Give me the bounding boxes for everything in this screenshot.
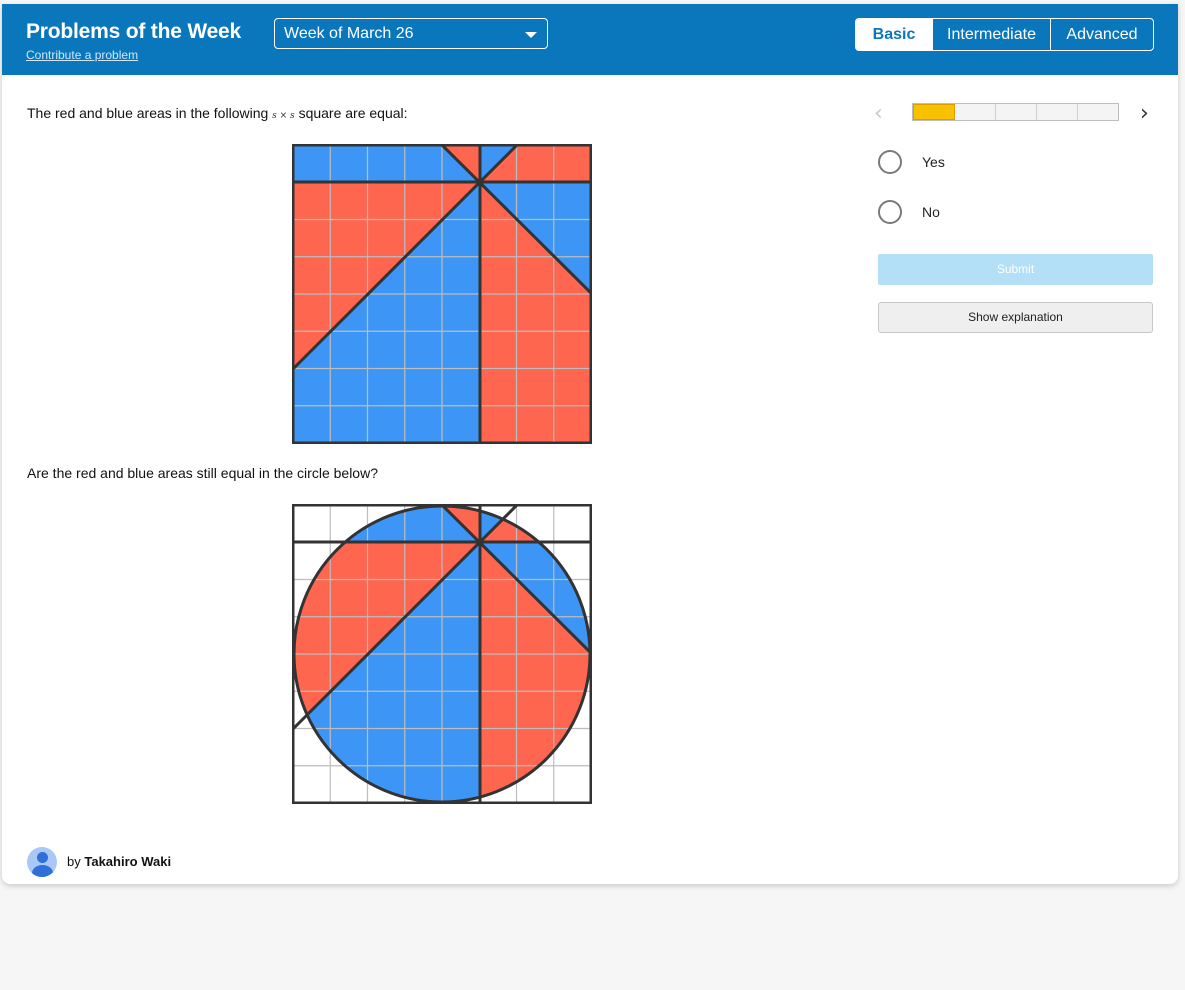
week-select[interactable]: Week of March 26 bbox=[274, 18, 548, 49]
prompt-text-after: square are equal: bbox=[298, 105, 408, 121]
chevron-left-icon[interactable]: ‹ bbox=[874, 103, 883, 125]
week-select-value: Week of March 26 bbox=[284, 25, 414, 42]
radio-yes[interactable] bbox=[878, 150, 902, 174]
problem-card: Problems of the Week Contribute a proble… bbox=[2, 4, 1178, 884]
answer-no-label: No bbox=[922, 204, 940, 220]
progress-segment bbox=[996, 104, 1037, 120]
author-name[interactable]: Takahiro Waki bbox=[84, 854, 171, 869]
page-header: Problems of the Week Contribute a proble… bbox=[2, 4, 1178, 75]
page-title: Problems of the Week bbox=[26, 20, 242, 43]
tab-basic[interactable]: Basic bbox=[856, 19, 932, 50]
progress-segment bbox=[913, 104, 955, 120]
caret-down-icon bbox=[525, 32, 537, 38]
author-byline: by Takahiro Waki bbox=[67, 854, 171, 869]
progress-segment bbox=[955, 104, 996, 120]
prompt-math: s × s bbox=[272, 111, 295, 121]
prompt-text-before: The red and blue areas in the following bbox=[27, 105, 269, 121]
question-text: Are the red and blue areas still equal i… bbox=[27, 465, 378, 481]
tab-advanced[interactable]: Advanced bbox=[1050, 19, 1153, 50]
level-tabs: Basic Intermediate Advanced bbox=[855, 18, 1154, 51]
progress-segment bbox=[1037, 104, 1078, 120]
chevron-right-icon[interactable]: › bbox=[1140, 103, 1149, 125]
square-figure bbox=[292, 144, 592, 444]
progress-bar bbox=[912, 103, 1119, 121]
circle-figure bbox=[292, 504, 592, 804]
radio-no[interactable] bbox=[878, 200, 902, 224]
answer-yes-label: Yes bbox=[922, 154, 945, 170]
contribute-link[interactable]: Contribute a problem bbox=[26, 48, 138, 62]
user-avatar-icon bbox=[27, 847, 57, 877]
progress-segment bbox=[1078, 104, 1118, 120]
show-explanation-button[interactable]: Show explanation bbox=[878, 302, 1153, 333]
tab-intermediate[interactable]: Intermediate bbox=[932, 19, 1050, 50]
author-prefix: by bbox=[67, 854, 81, 869]
problem-prompt: The red and blue areas in the following … bbox=[27, 105, 408, 121]
submit-button[interactable]: Submit bbox=[878, 254, 1153, 285]
